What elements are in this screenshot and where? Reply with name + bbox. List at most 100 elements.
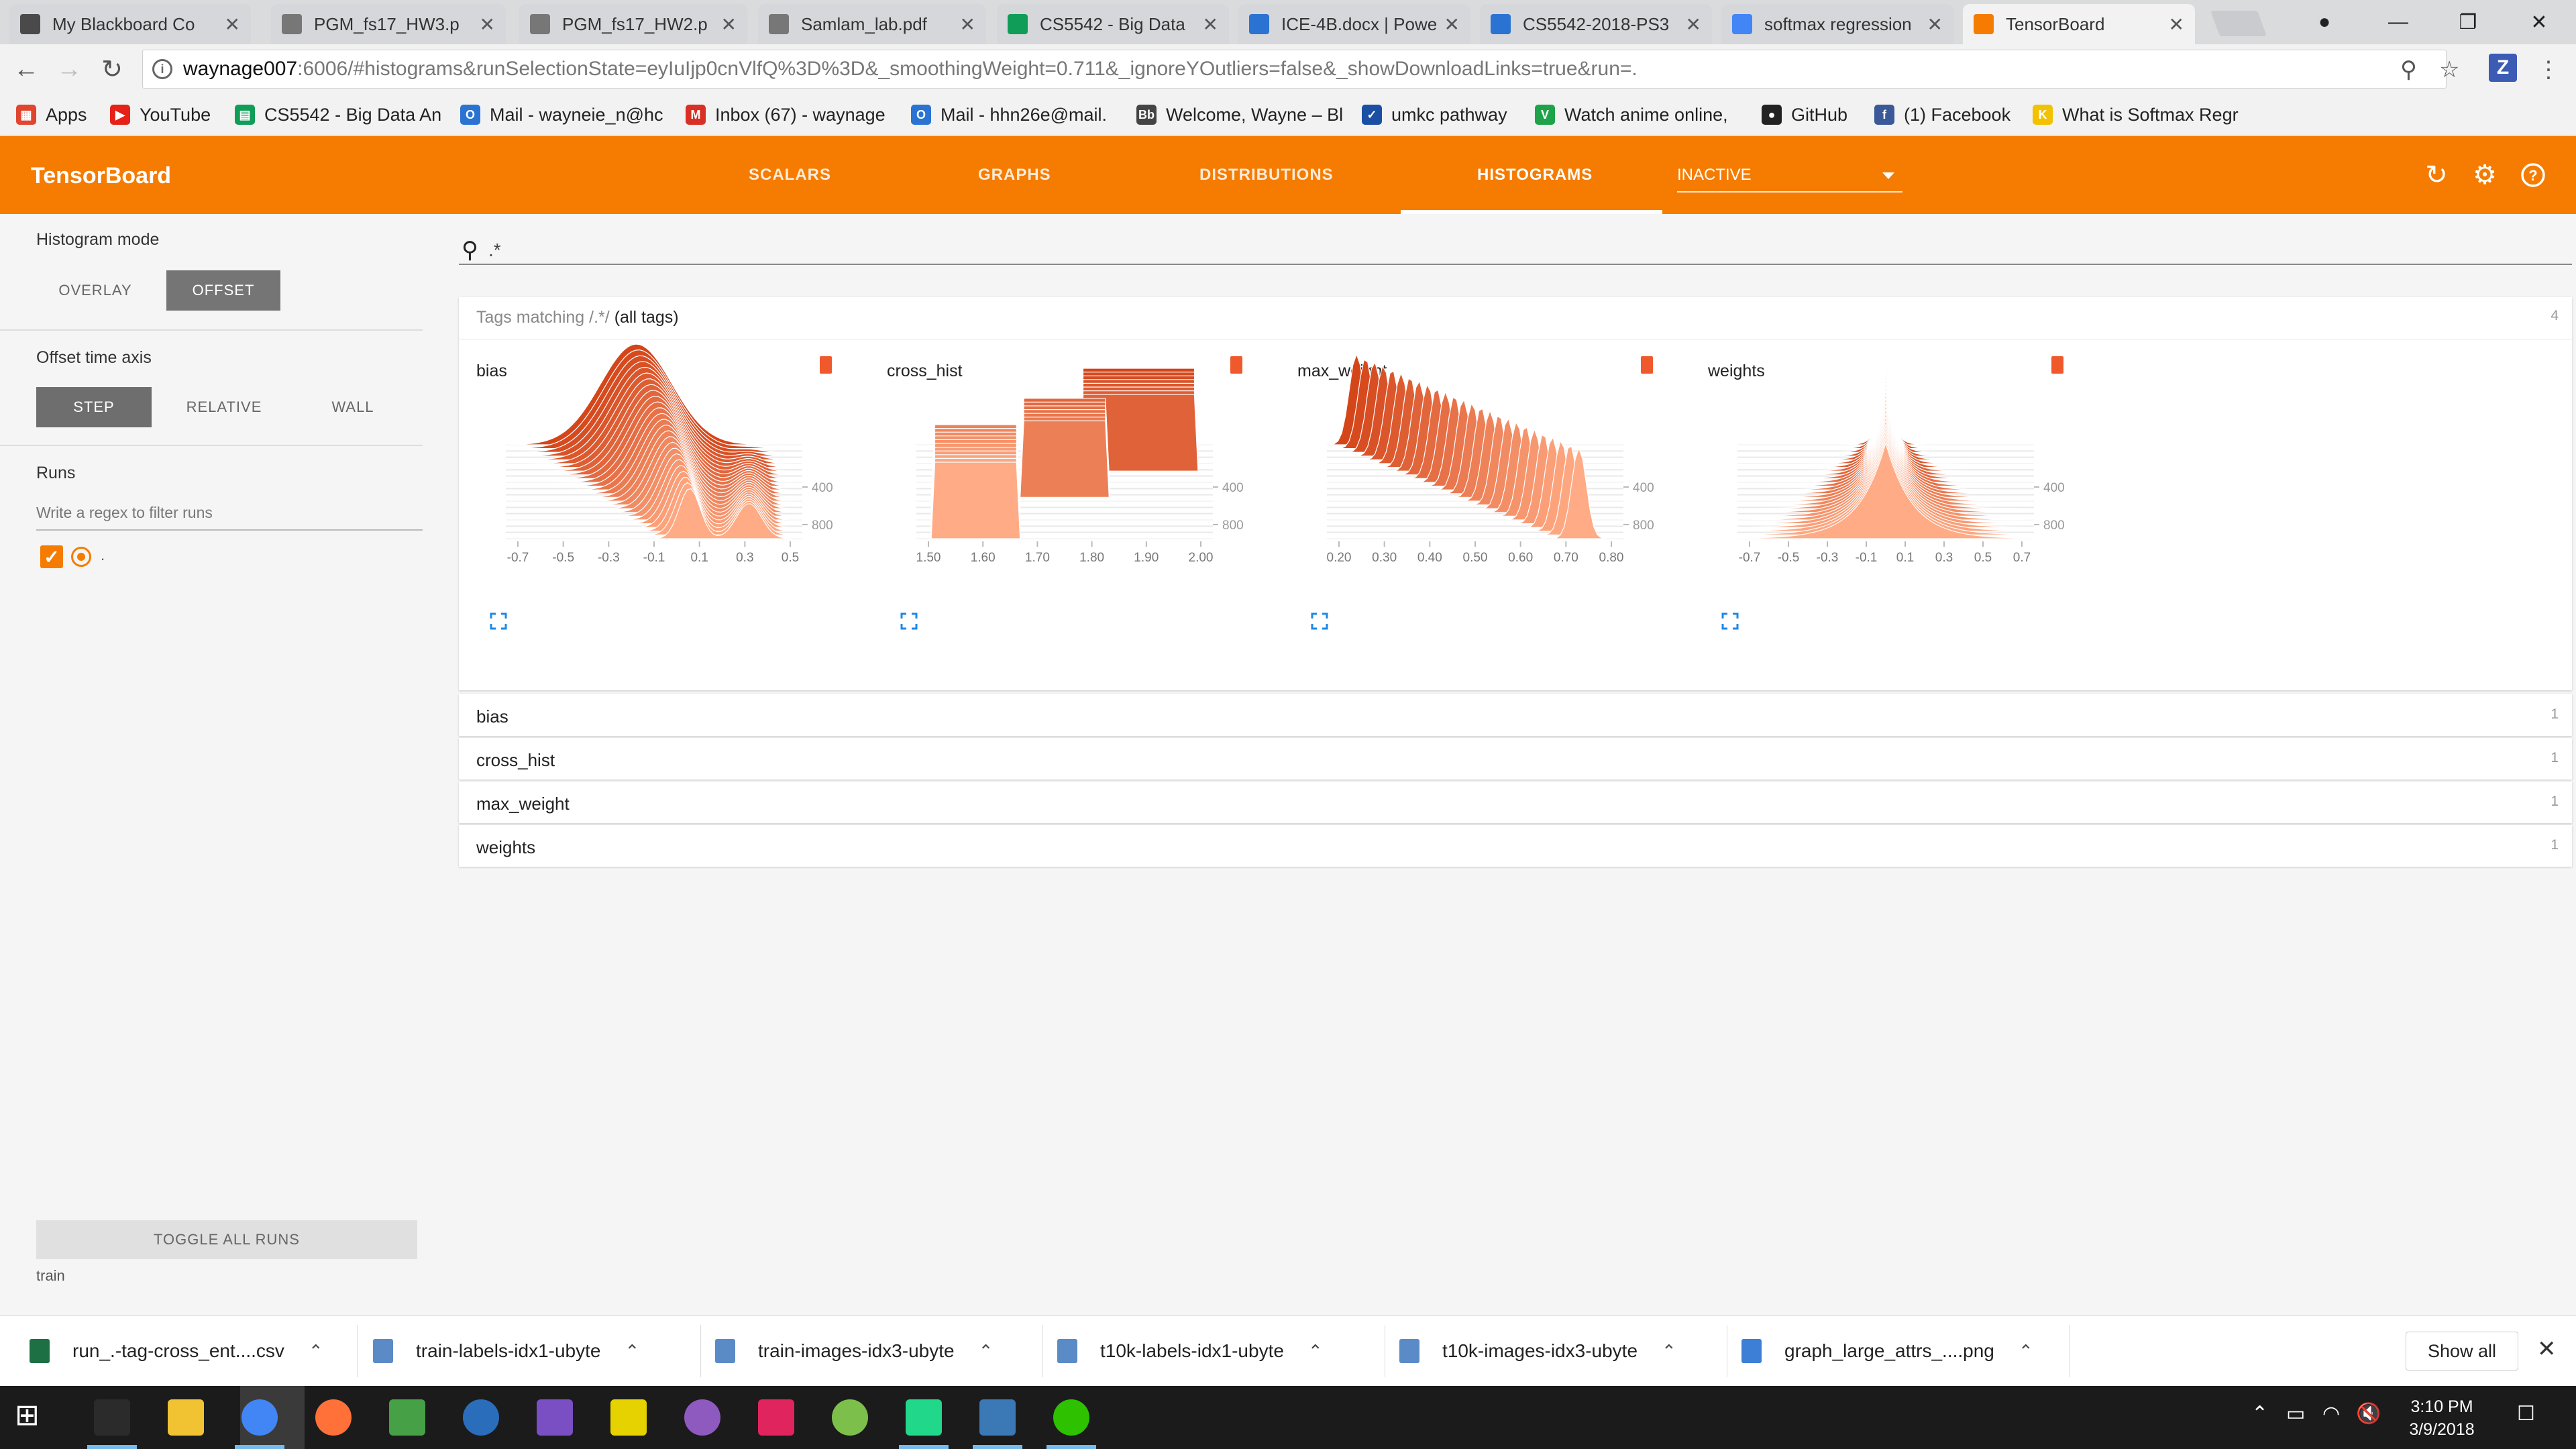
browser-tab[interactable]: My Blackboard Co ✕	[9, 4, 251, 44]
tag-row-bias[interactable]: bias 1	[459, 694, 2572, 736]
taskbar-webstorm-icon[interactable]	[610, 1399, 647, 1436]
browser-tab[interactable]: ICE-4B.docx | Powe ✕	[1238, 4, 1470, 44]
taskbar-chrome-icon[interactable]	[241, 1399, 278, 1436]
download-item[interactable]: train-images-idx3-ubyte ⌃	[715, 1316, 993, 1387]
tab-close-icon[interactable]: ✕	[480, 13, 495, 36]
new-tab-button[interactable]	[2210, 11, 2267, 36]
tab-histograms[interactable]: HISTOGRAMS	[1477, 166, 1593, 184]
action-center-icon[interactable]: ☐	[2517, 1402, 2535, 1426]
download-options-chevron-icon[interactable]: ⌃	[2019, 1341, 2033, 1362]
overlay-mode-button[interactable]: OVERLAY	[36, 270, 154, 311]
browser-tab[interactable]: softmax regression ✕	[1721, 4, 1953, 44]
bookmark-item[interactable]: ● GitHub	[1762, 102, 1847, 127]
download-options-chevron-icon[interactable]: ⌃	[309, 1341, 323, 1362]
forward-icon[interactable]: →	[52, 52, 86, 86]
download-item[interactable]: train-labels-idx1-ubyte ⌃	[373, 1316, 639, 1387]
run-radio-button[interactable]	[71, 547, 91, 567]
bookmark-item[interactable]: ▶ YouTube	[110, 102, 211, 127]
taskbar-cmd-icon[interactable]	[94, 1399, 130, 1436]
tag-row-cross-hist[interactable]: cross_hist 1	[459, 738, 2572, 780]
download-item[interactable]: t10k-labels-idx1-ubyte ⌃	[1057, 1316, 1323, 1387]
browser-tab[interactable]: PGM_fs17_HW2.p ✕	[519, 4, 747, 44]
tab-close-icon[interactable]: ✕	[960, 13, 975, 36]
tab-scalars[interactable]: SCALARS	[749, 166, 831, 184]
download-options-chevron-icon[interactable]: ⌃	[1662, 1341, 1676, 1362]
bookmark-item[interactable]: Bb Welcome, Wayne – Bl	[1136, 102, 1343, 127]
taskbar-r-icon[interactable]	[463, 1399, 499, 1436]
bookmark-item[interactable]: ▤ CS5542 - Big Data An	[235, 102, 441, 127]
tab-close-icon[interactable]: ✕	[1927, 13, 1943, 36]
tab-graphs[interactable]: GRAPHS	[978, 166, 1051, 184]
tab-close-icon[interactable]: ✕	[1444, 13, 1460, 36]
tab-close-icon[interactable]: ✕	[1686, 13, 1701, 36]
run-checkbox[interactable]: ✓	[40, 545, 63, 568]
close-downloads-icon[interactable]: ✕	[2537, 1336, 2557, 1362]
download-options-chevron-icon[interactable]: ⌃	[625, 1341, 639, 1362]
offset-mode-button[interactable]: OFFSET	[166, 270, 280, 311]
tag-row-weights[interactable]: weights 1	[459, 825, 2572, 867]
minimize-icon[interactable]: —	[2361, 0, 2435, 44]
wifi-icon[interactable]: ◠	[2322, 1402, 2340, 1426]
expand-chart-icon[interactable]	[490, 612, 507, 630]
tab-close-icon[interactable]: ✕	[721, 13, 737, 36]
browser-tab[interactable]: TensorBoard ✕	[1963, 4, 2195, 44]
zoom-icon[interactable]: ⚲	[2400, 56, 2417, 83]
tab-close-icon[interactable]: ✕	[2169, 13, 2184, 36]
restore-icon[interactable]: ❐	[2431, 0, 2505, 44]
refresh-icon[interactable]: ↻	[2420, 159, 2453, 191]
browser-tab[interactable]: Samlam_lab.pdf ✕	[758, 4, 986, 44]
windows-start-icon[interactable]: ⊞	[15, 1398, 40, 1432]
tab-close-icon[interactable]: ✕	[1203, 13, 1218, 36]
step-axis-button[interactable]: STEP	[36, 387, 152, 427]
bookmark-item[interactable]: O Mail - wayneie_n@hc	[460, 102, 663, 127]
taskbar-virtualbox-icon[interactable]	[979, 1399, 1016, 1436]
download-options-chevron-icon[interactable]: ⌃	[979, 1341, 994, 1362]
taskbar-intellij-icon[interactable]	[758, 1399, 794, 1436]
toggle-all-runs-button[interactable]: TOGGLE ALL RUNS	[36, 1220, 417, 1259]
bookmark-item[interactable]: K What is Softmax Regr	[2033, 102, 2239, 127]
back-icon[interactable]: ←	[9, 52, 43, 86]
bookmark-item[interactable]: V Watch anime online,	[1535, 102, 1728, 127]
taskbar-wechat-icon[interactable]	[1053, 1399, 1089, 1436]
tray-overflow-icon[interactable]: ⌃	[2251, 1402, 2268, 1426]
show-all-downloads-button[interactable]: Show all	[2406, 1332, 2518, 1371]
bookmark-star-icon[interactable]: ☆	[2439, 56, 2459, 83]
close-window-icon[interactable]: ✕	[2502, 0, 2576, 44]
expand-chart-icon[interactable]	[1311, 612, 1328, 630]
zotero-extension-icon[interactable]: Z	[2489, 54, 2517, 82]
site-info-icon[interactable]: i	[152, 59, 172, 79]
expand-chart-icon[interactable]	[1721, 612, 1739, 630]
taskbar-explorer-icon[interactable]	[168, 1399, 204, 1436]
tag-row-max-weight[interactable]: max_weight 1	[459, 782, 2572, 823]
chrome-menu-icon[interactable]: ⋮	[2537, 56, 2560, 83]
help-icon[interactable]: ?	[2517, 159, 2549, 191]
settings-gear-icon[interactable]: ⚙	[2469, 159, 2501, 191]
browser-tab[interactable]: PGM_fs17_HW3.p ✕	[271, 4, 506, 44]
tab-distributions[interactable]: DISTRIBUTIONS	[1199, 166, 1334, 184]
download-item[interactable]: t10k-images-idx3-ubyte ⌃	[1399, 1316, 1676, 1387]
taskbar-github-desktop-icon[interactable]	[684, 1399, 720, 1436]
bookmark-item[interactable]: f (1) Facebook	[1874, 102, 2010, 127]
expand-chart-icon[interactable]	[900, 612, 918, 630]
tags-matching-header[interactable]: Tags matching /.*/ (all tags)	[476, 308, 679, 327]
tab-close-icon[interactable]: ✕	[225, 13, 240, 36]
tag-search-input[interactable]: ⚲ .*	[459, 234, 2572, 265]
taskbar-pycharm-icon[interactable]	[906, 1399, 942, 1436]
taskbar-visual-studio-icon[interactable]	[537, 1399, 573, 1436]
bookmark-item[interactable]: ▦ Apps	[16, 102, 87, 127]
download-options-chevron-icon[interactable]: ⌃	[1308, 1341, 1323, 1362]
run-filter-input[interactable]: Write a regex to filter runs	[36, 504, 423, 531]
reload-icon[interactable]: ↻	[95, 52, 129, 86]
bookmark-item[interactable]: O Mail - hhn26e@mail.	[911, 102, 1107, 127]
browser-tab[interactable]: CS5542 - Big Data ✕	[997, 4, 1229, 44]
wall-axis-button[interactable]: WALL	[295, 387, 411, 427]
system-clock[interactable]: 3:10 PM 3/9/2018	[2375, 1395, 2509, 1441]
taskbar-android-studio-icon[interactable]	[832, 1399, 868, 1436]
relative-axis-button[interactable]: RELATIVE	[161, 387, 287, 427]
download-item[interactable]: graph_large_attrs_....png ⌃	[1741, 1316, 2033, 1387]
address-bar[interactable]: i waynage007:6006/#histograms&runSelecti…	[142, 50, 2447, 89]
inactive-plugins-dropdown[interactable]: INACTIVE	[1677, 160, 1902, 193]
battery-icon[interactable]: ▭	[2286, 1402, 2305, 1426]
bookmark-item[interactable]: ✓ umkc pathway	[1362, 102, 1507, 127]
browser-tab[interactable]: CS5542-2018-PS3 ✕	[1480, 4, 1712, 44]
